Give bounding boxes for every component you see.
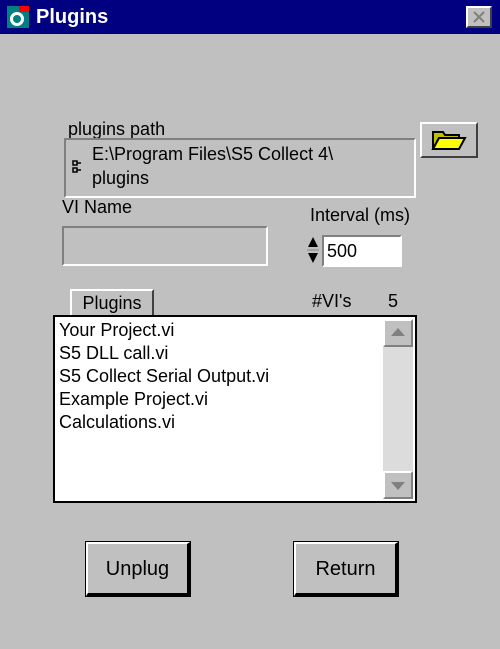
scroll-down-button[interactable]	[383, 471, 413, 499]
path-icon	[72, 160, 81, 173]
return-button[interactable]: Return	[293, 541, 399, 597]
scroll-up-button[interactable]	[383, 319, 413, 347]
folder-open-icon	[431, 131, 467, 150]
plugins-list: Your Project.vi S5 DLL call.vi S5 Collec…	[59, 319, 269, 434]
vi-count-label: #VI's	[312, 291, 352, 311]
plugins-path-field[interactable]: E:\Program Files\S5 Collect 4\ plugins	[64, 138, 416, 198]
plugins-path-line2: plugins	[92, 168, 150, 188]
plugins-path-line1: E:\Program Files\S5 Collect 4\	[92, 144, 334, 164]
plugins-path-label: plugins path	[68, 119, 166, 139]
list-item[interactable]: Your Project.vi	[59, 319, 269, 342]
vi-count-value: 5	[388, 291, 399, 311]
plugins-dialog: Plugins plugins path E:\Program Files\S5…	[0, 0, 500, 649]
plugins-path-value: E:\Program Files\S5 Collect 4\ plugins	[92, 142, 412, 190]
vi-name-label: VI Name	[62, 197, 133, 217]
scroll-up-icon	[391, 328, 405, 336]
window-title: Plugins	[36, 6, 109, 28]
interval-input[interactable]: 500	[322, 235, 402, 267]
list-item[interactable]: Example Project.vi	[59, 388, 269, 411]
stepper-down-icon[interactable]	[308, 253, 318, 263]
app-icon	[7, 6, 29, 28]
plugins-button[interactable]: Plugins	[70, 289, 154, 317]
list-item[interactable]: S5 Collect Serial Output.vi	[59, 365, 269, 388]
unplug-button[interactable]: Unplug	[85, 541, 191, 597]
plugins-listbox[interactable]: Your Project.vi S5 DLL call.vi S5 Collec…	[53, 315, 417, 503]
vi-name-field[interactable]	[62, 226, 268, 266]
list-item[interactable]: Calculations.vi	[59, 411, 269, 434]
browse-folder-button[interactable]	[420, 122, 478, 158]
interval-stepper[interactable]	[306, 235, 320, 265]
vertical-scrollbar[interactable]	[383, 319, 413, 499]
scroll-down-icon	[391, 482, 405, 490]
title-bar: Plugins	[0, 0, 500, 34]
stepper-up-icon[interactable]	[308, 237, 318, 247]
close-icon	[473, 11, 485, 23]
interval-label: Interval (ms)	[310, 205, 411, 225]
close-button[interactable]	[466, 6, 492, 28]
list-item[interactable]: S5 DLL call.vi	[59, 342, 269, 365]
